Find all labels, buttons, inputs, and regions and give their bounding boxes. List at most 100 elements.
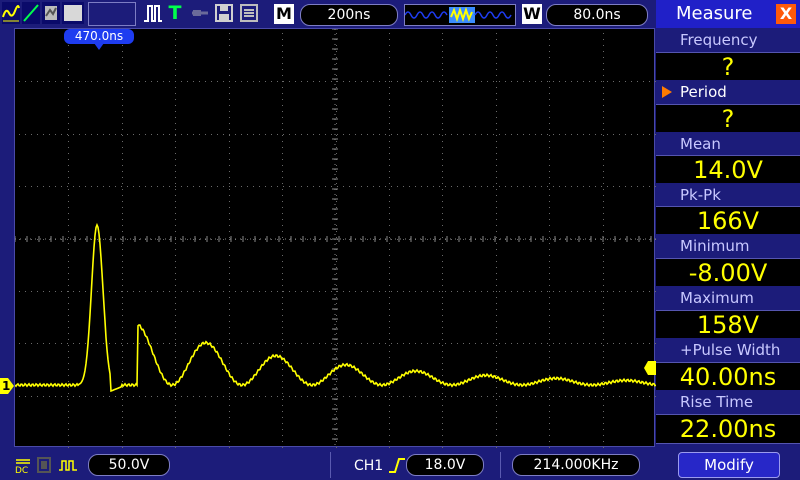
ch1-ground-marker[interactable]: 1: [0, 378, 14, 394]
grid-dot: [603, 159, 604, 160]
divider: [500, 452, 501, 478]
rising-edge-icon[interactable]: [388, 456, 406, 476]
grid-dot: [68, 267, 69, 268]
waveform-overview-bar[interactable]: [404, 4, 516, 26]
ramp-icon[interactable]: [22, 2, 40, 24]
grid-dot: [442, 225, 443, 226]
grid-dot: [289, 291, 290, 292]
grid-dot: [549, 429, 550, 430]
measure-label-frequency[interactable]: Frequency: [656, 28, 800, 52]
waveform-display[interactable]: [14, 28, 656, 448]
grid-dot: [361, 81, 362, 82]
grid-dot: [496, 309, 497, 310]
grid-dot: [336, 273, 337, 274]
grid-dot: [496, 447, 497, 448]
trigger-level-marker[interactable]: [644, 361, 656, 375]
grid-dot: [389, 195, 390, 196]
grid-dot: [336, 171, 337, 172]
grid-dot: [379, 134, 380, 135]
grid-dot: [549, 159, 550, 160]
grid-dot: [389, 261, 390, 262]
channel-waveform-icon[interactable]: [2, 2, 20, 24]
grid-dot: [523, 396, 524, 397]
grid-dot: [175, 303, 176, 304]
grid-dot: [496, 147, 497, 148]
probe-ratio-icon[interactable]: [36, 456, 52, 474]
grid-dot: [122, 423, 123, 424]
measure-label-period[interactable]: Period: [656, 80, 800, 104]
persist-icon[interactable]: [42, 2, 60, 24]
grid-dot: [427, 291, 428, 292]
modify-button[interactable]: Modify: [678, 452, 780, 478]
grid-dot: [613, 81, 614, 82]
dc-coupling-icon[interactable]: DC: [14, 456, 32, 476]
measure-label-rise-time[interactable]: Rise Time: [656, 390, 800, 414]
grid-dot: [415, 291, 416, 292]
grid-dot: [451, 291, 452, 292]
mode-badge[interactable]: M: [274, 4, 294, 24]
grid-dot: [193, 186, 194, 187]
grid-dot: [336, 405, 337, 406]
timebase-readout[interactable]: 200ns: [300, 4, 398, 26]
grid-dot: [259, 186, 260, 187]
trigger-source-label[interactable]: CH1: [354, 456, 383, 476]
grid-dot: [199, 343, 200, 344]
grid-dot: [282, 141, 283, 142]
pulse-trigger-icon[interactable]: [143, 2, 163, 24]
grid-dot: [301, 186, 302, 187]
grid-dot: [361, 291, 362, 292]
color-swatch-icon[interactable]: [62, 2, 84, 24]
grid-dot: [463, 291, 464, 292]
grid-dot: [37, 343, 38, 344]
measure-label-pkpk[interactable]: Pk-Pk: [656, 183, 800, 207]
close-icon[interactable]: X: [776, 4, 796, 24]
grid-dot: [295, 81, 296, 82]
grid-dot: [277, 134, 278, 135]
grid-dot: [442, 417, 443, 418]
measure-label-pulse-width[interactable]: +Pulse Width: [656, 338, 800, 362]
grid-dot: [122, 399, 123, 400]
measure-label-minimum[interactable]: Minimum: [656, 234, 800, 258]
grid-dot: [121, 134, 122, 135]
trigger-level-readout[interactable]: 18.0V: [406, 454, 484, 476]
grid-dot: [373, 81, 374, 82]
grid-dot: [223, 396, 224, 397]
grid-dot: [85, 396, 86, 397]
grid-dot: [211, 239, 212, 240]
ch1-volts-readout[interactable]: 50.0V: [88, 454, 170, 476]
grid-dot: [389, 273, 390, 274]
save-disk-icon[interactable]: [214, 2, 234, 24]
window-badge[interactable]: W: [522, 4, 542, 24]
grid-dot: [301, 134, 302, 135]
grid-dot: [625, 343, 626, 344]
print-icon[interactable]: [238, 2, 260, 24]
grid-dot: [589, 81, 590, 82]
bandwidth-limit-icon[interactable]: [58, 456, 78, 474]
grid-dot: [151, 134, 152, 135]
grid-dot: [229, 105, 230, 106]
grid-dot: [583, 81, 584, 82]
grid-dot: [122, 171, 123, 172]
grid-dot: [355, 396, 356, 397]
grid-dot: [67, 186, 68, 187]
grid-dot: [336, 177, 337, 178]
grid-dot: [307, 186, 308, 187]
measure-label-mean[interactable]: Mean: [656, 132, 800, 156]
grid-dot: [175, 51, 176, 52]
grid-dot: [175, 63, 176, 64]
grid-dot: [607, 239, 608, 240]
grid-dot: [481, 396, 482, 397]
trigger-offset-label[interactable]: 470.0ns: [64, 29, 134, 44]
trigger-t-icon[interactable]: T: [166, 2, 184, 24]
grid-dot: [282, 411, 283, 412]
grid-dot: [319, 134, 320, 135]
grid-dot: [603, 411, 604, 412]
window-time-readout[interactable]: 80.0ns: [546, 4, 648, 26]
grid-dot: [235, 81, 236, 82]
grid-dot: [603, 153, 604, 154]
grid-dot: [319, 239, 320, 240]
grid-dot: [619, 239, 620, 240]
probe-icon[interactable]: [190, 2, 210, 24]
grid-dot: [169, 134, 170, 135]
measure-label-maximum[interactable]: Maximum: [656, 286, 800, 310]
